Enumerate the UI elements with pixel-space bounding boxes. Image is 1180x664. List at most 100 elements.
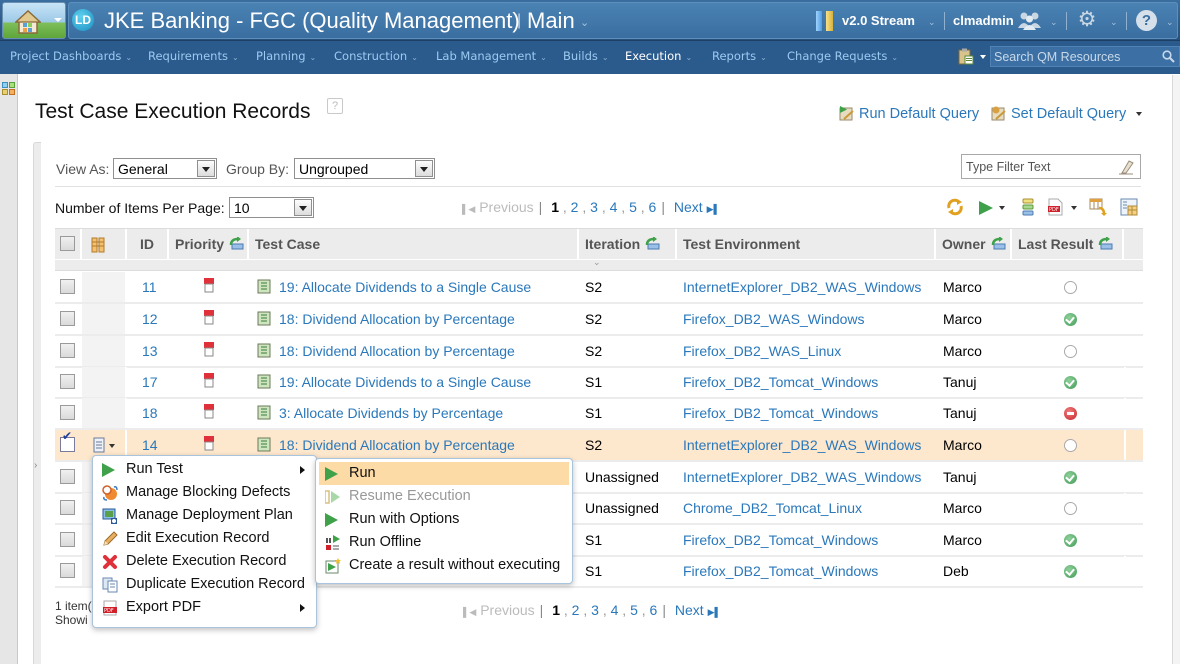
menu-item-duplicate-execution-record[interactable]: Duplicate Execution Record	[96, 573, 313, 596]
table-row[interactable]: 12 18: Dividend Allocation by Percentage S…	[55, 304, 1143, 336]
row-checkbox[interactable]	[60, 563, 75, 578]
submenu-item-create-result[interactable]: Create a result without executing	[319, 554, 569, 577]
test-environment-link[interactable]: Firefox_DB2_Tomcat_Windows	[683, 525, 878, 555]
last-page-icon[interactable]: ▶▌	[707, 204, 720, 214]
menu-item-manage-blocking-defects[interactable]: Manage Blocking Defects	[96, 481, 313, 504]
pdf-icon[interactable]: PDF	[1046, 198, 1064, 216]
search-icon[interactable]	[1162, 50, 1175, 63]
help-icon[interactable]: ?	[1136, 10, 1157, 31]
table-row[interactable]: 18 3: Allocate Dividends by Percentage S1 F…	[55, 398, 1143, 430]
refresh-icon[interactable]	[946, 198, 964, 216]
menu-item-delete-execution-record[interactable]: Delete Execution Record	[96, 550, 313, 573]
chevron-down-icon[interactable]: ⌄	[1166, 17, 1174, 28]
run-icon[interactable]	[979, 201, 993, 215]
stream-selector[interactable]: v2.0 Stream	[842, 13, 915, 28]
nav-planning[interactable]: Planning ⌄	[256, 49, 316, 63]
next-link[interactable]: Next	[674, 199, 703, 215]
test-case-link[interactable]: 3: Allocate Dividends by Percentage	[279, 405, 503, 421]
row-checkbox[interactable]	[60, 405, 75, 420]
sort-icon[interactable]	[991, 237, 1006, 250]
chevron-down-icon[interactable]	[109, 444, 115, 448]
clear-filter-icon[interactable]	[1118, 159, 1134, 175]
run-default-query-link[interactable]: Run Default Query	[838, 105, 979, 122]
row-checkbox[interactable]	[60, 279, 75, 294]
menu-item-manage-deployment-plan[interactable]: Manage Deployment Plan	[96, 504, 313, 527]
row-checkbox[interactable]	[60, 343, 75, 358]
page-link[interactable]: 4	[610, 199, 618, 215]
chevron-down-icon[interactable]: ⌄	[928, 17, 936, 28]
page-link[interactable]: 4	[611, 602, 619, 618]
help-icon[interactable]: ?	[327, 98, 343, 114]
nav-project-dashboards[interactable]: Project Dashboards ⌄	[10, 49, 132, 63]
table-row[interactable]: 13 18: Dividend Allocation by Percentage S…	[55, 336, 1143, 368]
menu-item-edit-execution-record[interactable]: Edit Execution Record	[96, 527, 313, 550]
view-as-select[interactable]: General	[113, 158, 217, 179]
home-menu-button[interactable]	[2, 2, 66, 39]
submenu-item-run-offline[interactable]: Run Offline	[319, 531, 569, 554]
export-table-icon[interactable]	[1089, 198, 1107, 216]
row-checkbox[interactable]	[60, 311, 75, 326]
test-environment-link[interactable]: InternetExplorer_DB2_WAS_Windows	[683, 272, 921, 302]
row-checkbox[interactable]	[60, 429, 75, 452]
row-checkbox[interactable]	[60, 374, 75, 389]
configure-columns-icon[interactable]	[1120, 198, 1138, 216]
test-environment-link[interactable]: Chrome_DB2_Tomcat_Linux	[683, 493, 862, 523]
page-link[interactable]: 6	[649, 199, 657, 215]
gear-icon[interactable]: ⚙	[1076, 9, 1098, 31]
submenu-item-run[interactable]: Run	[319, 462, 569, 485]
nav-change-requests[interactable]: Change Requests ⌄	[787, 49, 898, 63]
test-environment-link[interactable]: Firefox_DB2_Tomcat_Windows	[683, 367, 878, 397]
column-id[interactable]: ID	[127, 229, 169, 260]
sort-icon[interactable]	[1098, 237, 1113, 250]
expand-arrow-icon[interactable]: ›	[34, 460, 37, 471]
submenu-item-run-with-options[interactable]: Run with Options	[319, 508, 569, 531]
chevron-down-icon[interactable]: ⌄	[580, 16, 589, 29]
test-environment-link[interactable]: Firefox_DB2_Tomcat_Windows	[683, 556, 878, 586]
nav-reports[interactable]: Reports ⌄	[712, 49, 767, 63]
record-id-link[interactable]: 13	[142, 336, 158, 366]
menu-item-run-test[interactable]: Run Test	[96, 458, 313, 481]
test-environment-link[interactable]: Firefox_DB2_WAS_Linux	[683, 336, 841, 366]
user-menu[interactable]: clmadmin	[953, 13, 1014, 28]
rows-icon[interactable]	[1019, 198, 1037, 216]
menu-item-export-pdf[interactable]: PDF Export PDF	[96, 596, 313, 619]
page-link[interactable]: 5	[629, 199, 637, 215]
test-case-link[interactable]: 18: Dividend Allocation by Percentage	[279, 311, 515, 327]
chevron-down-icon[interactable]	[999, 206, 1005, 210]
execution-record-icon[interactable]	[93, 437, 105, 453]
column-test-case[interactable]: Test Case	[249, 229, 579, 260]
nav-execution[interactable]: Execution ⌄	[625, 49, 692, 63]
nav-construction[interactable]: Construction ⌄	[334, 49, 418, 63]
search-input[interactable]	[994, 48, 1159, 65]
row-checkbox[interactable]	[60, 500, 75, 515]
page-link[interactable]: 6	[650, 602, 658, 618]
test-case-link[interactable]: 18: Dividend Allocation by Percentage	[279, 343, 515, 359]
table-row[interactable]: 17 19: Allocate Dividends to a Single Cau…	[55, 367, 1143, 399]
test-environment-link[interactable]: Firefox_DB2_WAS_Windows	[683, 304, 865, 334]
page-link[interactable]: 2	[571, 199, 579, 215]
select-all-checkbox[interactable]	[60, 236, 75, 251]
items-per-page-select[interactable]: 10	[229, 197, 314, 218]
filter-input[interactable]	[966, 158, 1111, 175]
set-default-query-link[interactable]: Set Default Query	[990, 105, 1143, 122]
chevron-down-icon[interactable]: ⌄	[1110, 17, 1118, 28]
row-checkbox[interactable]	[60, 532, 75, 547]
nav-builds[interactable]: Builds ⌄	[563, 49, 609, 63]
nav-requirements[interactable]: Requirements ⌄	[148, 49, 239, 63]
sort-icon[interactable]	[229, 237, 244, 250]
chevron-down-icon[interactable]: ⌄	[1050, 17, 1058, 28]
column-priority[interactable]: Priority	[169, 229, 249, 260]
page-link[interactable]: 5	[630, 602, 638, 618]
chevron-down-icon[interactable]	[1071, 206, 1077, 210]
test-case-link[interactable]: 19: Allocate Dividends to a Single Cause	[279, 279, 531, 295]
chevron-down-icon[interactable]	[980, 55, 986, 59]
test-environment-link[interactable]: Firefox_DB2_Tomcat_Windows	[683, 398, 878, 428]
column-iteration[interactable]: Iteration	[579, 229, 677, 260]
page-link[interactable]: 3	[590, 199, 598, 215]
group-by-select[interactable]: Ungrouped	[294, 158, 435, 179]
next-link[interactable]: Next	[675, 602, 704, 618]
clipboard-icon[interactable]	[958, 48, 974, 65]
test-environment-link[interactable]: InternetExplorer_DB2_WAS_Windows	[683, 462, 921, 492]
record-id-link[interactable]: 17	[142, 367, 158, 397]
column-owner[interactable]: Owner	[936, 229, 1012, 260]
